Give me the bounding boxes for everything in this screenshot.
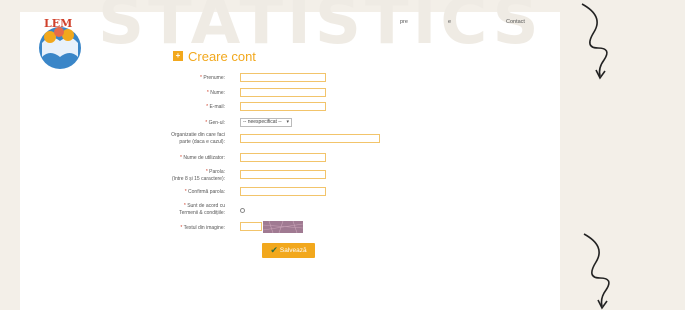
lem-logo: LEM [39,17,81,69]
gender-selected-value: -- neespecificat -- [243,119,282,125]
captcha-label: * Textul din imagine: [180,225,225,231]
last-name-label: * Nume: [206,90,225,96]
save-button[interactable]: ✔ Salvează [262,243,315,258]
first-name-input[interactable] [240,73,326,82]
plus-square-icon: + [173,51,183,61]
username-label: * Nume de utilizator: [179,155,225,161]
page-title: Creare cont [188,48,256,64]
captcha-image [263,221,303,233]
terms-label: * Sunt de acord cu Termenii & condițiile… [179,203,225,216]
email-input[interactable] [240,102,326,111]
logo-text: LEM [44,17,72,30]
squiggle-arrow-icon [583,233,610,310]
chevron-down-icon: ▾ [286,119,289,125]
checkmark-icon: ✔ [270,245,278,255]
email-label: * E-mail: [206,104,225,110]
password-label: * Parola: (între 8 și 15 caractere): [171,169,225,182]
organization-input[interactable] [240,134,380,143]
terms-checkbox[interactable] [240,208,245,213]
confirm-password-label: * Confirmă parola: [184,189,225,195]
username-input[interactable] [240,153,326,162]
save-button-label: Salvează [279,247,307,254]
squiggle-arrow-icon [581,3,608,80]
nav-item-contact[interactable]: Contact [506,19,525,25]
confirm-password-input[interactable] [240,187,326,196]
nav-item[interactable]: e [448,19,451,25]
first-name-label: * Prenume: [199,75,225,81]
organization-label: Organizatie din care faci parte (daca e … [171,132,225,145]
gender-label: * Gen-ul: [205,120,225,126]
gender-select[interactable]: -- neespecificat -- ▾ [240,118,292,127]
top-nav: pre e Contact [400,19,560,31]
signup-page: STATISTICS LEM pre e Contact + Creare co… [20,0,560,310]
nav-item[interactable]: pre [400,19,408,25]
password-input[interactable] [240,170,326,179]
last-name-input[interactable] [240,88,326,97]
captcha-input[interactable] [240,222,262,231]
form-title: + Creare cont [173,48,256,64]
